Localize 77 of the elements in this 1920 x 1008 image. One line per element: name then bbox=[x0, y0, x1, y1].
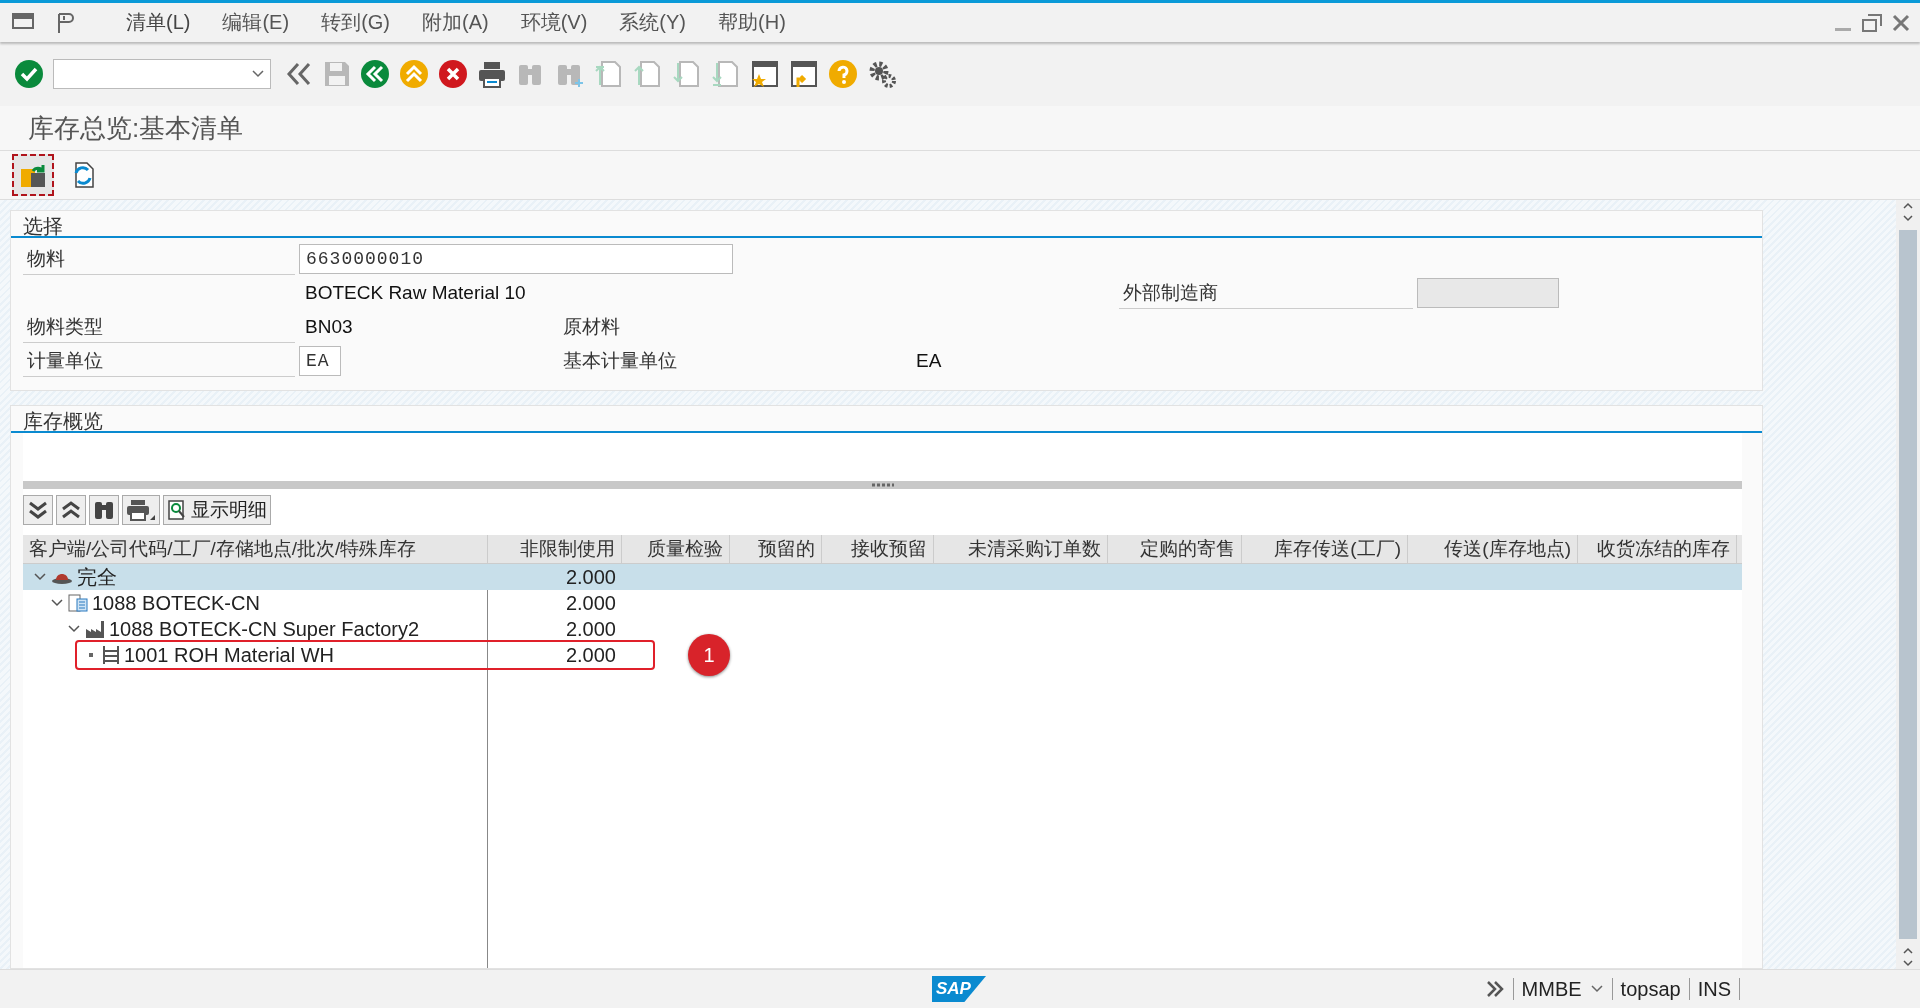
command-field[interactable] bbox=[53, 59, 271, 89]
grip-icon[interactable] bbox=[870, 483, 895, 487]
print-menu-button[interactable] bbox=[122, 495, 160, 525]
logo: SAP bbox=[932, 976, 986, 1002]
column-header[interactable]: 定购的寄售 bbox=[1108, 535, 1242, 563]
vertical-scrollbar[interactable] bbox=[1896, 200, 1920, 969]
stock-quantity: 2.000 bbox=[565, 565, 616, 589]
column-header[interactable]: 接收预留 bbox=[822, 535, 934, 563]
menu-item[interactable]: 帮助(H) bbox=[718, 9, 786, 36]
collapse-all-button[interactable] bbox=[56, 495, 86, 525]
menu-item[interactable]: 系统(Y) bbox=[619, 9, 687, 36]
print-icon bbox=[126, 499, 156, 521]
field-label: 外部制造商 bbox=[1119, 277, 1413, 309]
checkmark-icon[interactable] bbox=[14, 59, 44, 89]
show-details-button[interactable]: 显示明细 bbox=[163, 495, 271, 525]
double-chevron-up-icon bbox=[60, 500, 82, 520]
section-title: 选择 bbox=[11, 211, 1762, 238]
scroll-up-icon[interactable] bbox=[1902, 200, 1914, 224]
tree-row[interactable]: 完全 2.000 bbox=[23, 564, 1742, 590]
double-chevron-down-icon bbox=[27, 500, 49, 520]
magnifier-document-icon bbox=[167, 500, 187, 520]
column-header[interactable]: 传送(库存地点) bbox=[1408, 535, 1578, 563]
material-type-value: BN03 bbox=[304, 316, 354, 338]
tree-row[interactable]: 1088 BOTECK-CN Super Factory2 2.000 bbox=[23, 616, 622, 642]
menu-item[interactable]: 编辑(E) bbox=[222, 9, 290, 36]
dropdown-icon[interactable] bbox=[252, 70, 264, 78]
transaction-code: MMBE bbox=[1521, 977, 1582, 1001]
field-label: 基本计量单位 bbox=[563, 349, 678, 373]
unit-field[interactable]: EA bbox=[299, 346, 341, 376]
other-material-button[interactable] bbox=[12, 154, 54, 196]
building-icon bbox=[68, 593, 88, 613]
find-button[interactable] bbox=[89, 495, 119, 525]
callout-number: 1 bbox=[688, 634, 730, 676]
expand-all-button[interactable] bbox=[23, 495, 53, 525]
back-icon[interactable] bbox=[360, 59, 390, 89]
column-header[interactable]: 库存传送(工厂) bbox=[1242, 535, 1408, 563]
tree-row[interactable]: 1001 ROH Material WH 2.000 bbox=[23, 642, 622, 668]
column-header[interactable]: 质量检验 bbox=[622, 535, 730, 563]
field-label: 物料类型 bbox=[23, 311, 295, 343]
stock-quantity: 2.000 bbox=[565, 617, 616, 641]
tree-row[interactable]: 1088 BOTECK-CN 2.000 bbox=[23, 590, 622, 616]
menu-item[interactable]: 环境(V) bbox=[520, 9, 588, 36]
material-description: BOTECK Raw Material 10 bbox=[304, 282, 527, 304]
tree-node-label[interactable]: 1088 BOTECK-CN bbox=[92, 591, 260, 615]
field-label: 计量单位 bbox=[23, 345, 295, 377]
settings-icon[interactable] bbox=[867, 59, 897, 89]
column-header[interactable]: 客户端/公司代码/工厂/存储地点/批次/特殊库存 bbox=[23, 535, 488, 563]
menu-item[interactable]: 附加(A) bbox=[422, 9, 489, 36]
menu-icon[interactable] bbox=[12, 11, 34, 32]
stock-quantity: 2.000 bbox=[565, 643, 616, 667]
field-label: 物料 bbox=[23, 243, 295, 275]
binoculars-icon bbox=[93, 499, 115, 521]
column-header[interactable]: 预留的 bbox=[730, 535, 822, 563]
tree-node-label[interactable]: 完全 bbox=[77, 563, 117, 591]
cancel-icon[interactable] bbox=[438, 59, 468, 89]
shelf-icon bbox=[102, 645, 120, 665]
factory-icon bbox=[85, 619, 105, 639]
stock-quantity: 2.000 bbox=[565, 591, 616, 615]
menu-item[interactable]: 转到(G) bbox=[321, 9, 390, 36]
base-unit-value: EA bbox=[916, 350, 942, 372]
print-icon[interactable] bbox=[477, 59, 507, 89]
double-chevron-right-icon[interactable] bbox=[1484, 979, 1505, 999]
material-field[interactable]: 6630000010 bbox=[299, 244, 733, 274]
column-header[interactable]: 收货冻结的库存 bbox=[1578, 535, 1737, 563]
input-mode: INS bbox=[1697, 977, 1731, 1001]
column-header[interactable]: 未清采购订单数 bbox=[934, 535, 1108, 563]
scroll-down-icon[interactable] bbox=[1902, 945, 1914, 969]
restore-icon[interactable] bbox=[1862, 13, 1882, 32]
screen-title: 库存总览:基本清单 bbox=[28, 111, 244, 145]
tree-node-label[interactable]: 1001 ROH Material WH bbox=[124, 643, 335, 667]
dropdown-icon[interactable] bbox=[1589, 984, 1604, 994]
material-type-text: 原材料 bbox=[563, 315, 620, 339]
menu-item[interactable]: 清单(L) bbox=[126, 9, 191, 36]
tree-node-label[interactable]: 1088 BOTECK-CN Super Factory2 bbox=[109, 617, 420, 641]
user-name: topsap bbox=[1620, 977, 1681, 1001]
close-icon[interactable] bbox=[1892, 13, 1910, 32]
column-header[interactable]: 非限制使用 bbox=[488, 535, 622, 563]
